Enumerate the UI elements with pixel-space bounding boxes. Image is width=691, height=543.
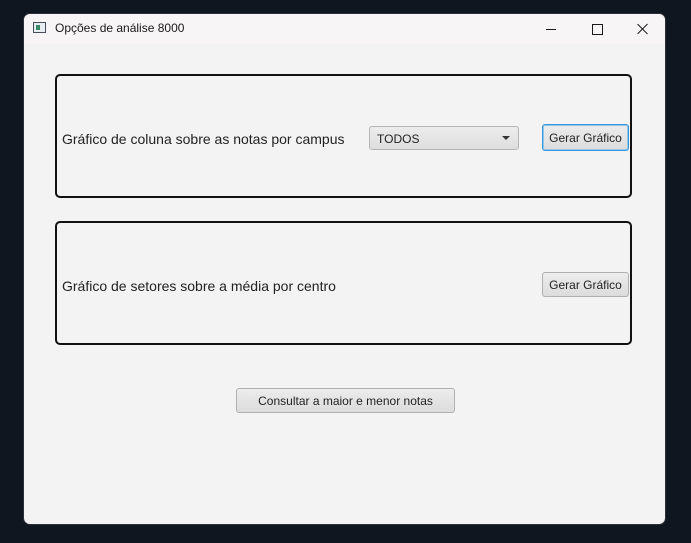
pie-chart-label: Gráfico de setores sobre a média por cen… [62, 278, 336, 294]
campus-select[interactable]: TODOS [369, 126, 519, 150]
pie-chart-panel: Gráfico de setores sobre a média por cen… [55, 221, 632, 345]
maximize-button[interactable] [574, 14, 620, 44]
app-window-icon [33, 22, 46, 33]
close-button[interactable] [620, 14, 665, 44]
generate-pie-chart-button[interactable]: Gerar Gráfico [542, 272, 629, 297]
consult-max-min-button[interactable]: Consultar a maior e menor notas [236, 388, 455, 413]
column-chart-label: Gráfico de coluna sobre as notas por cam… [62, 131, 345, 147]
close-icon [637, 23, 649, 35]
column-chart-panel: Gráfico de coluna sobre as notas por cam… [55, 74, 632, 198]
campus-select-value: TODOS [377, 132, 420, 146]
window-title: Opções de análise 8000 [55, 21, 185, 35]
generate-column-chart-button[interactable]: Gerar Gráfico [542, 124, 629, 151]
minimize-icon [546, 28, 556, 30]
minimize-button[interactable] [528, 14, 574, 44]
maximize-icon [591, 23, 603, 35]
chevron-down-icon [502, 136, 510, 140]
title-bar[interactable]: Opções de análise 8000 [24, 14, 665, 44]
app-window: Opções de análise 8000 Gráfico de coluna… [24, 14, 665, 524]
